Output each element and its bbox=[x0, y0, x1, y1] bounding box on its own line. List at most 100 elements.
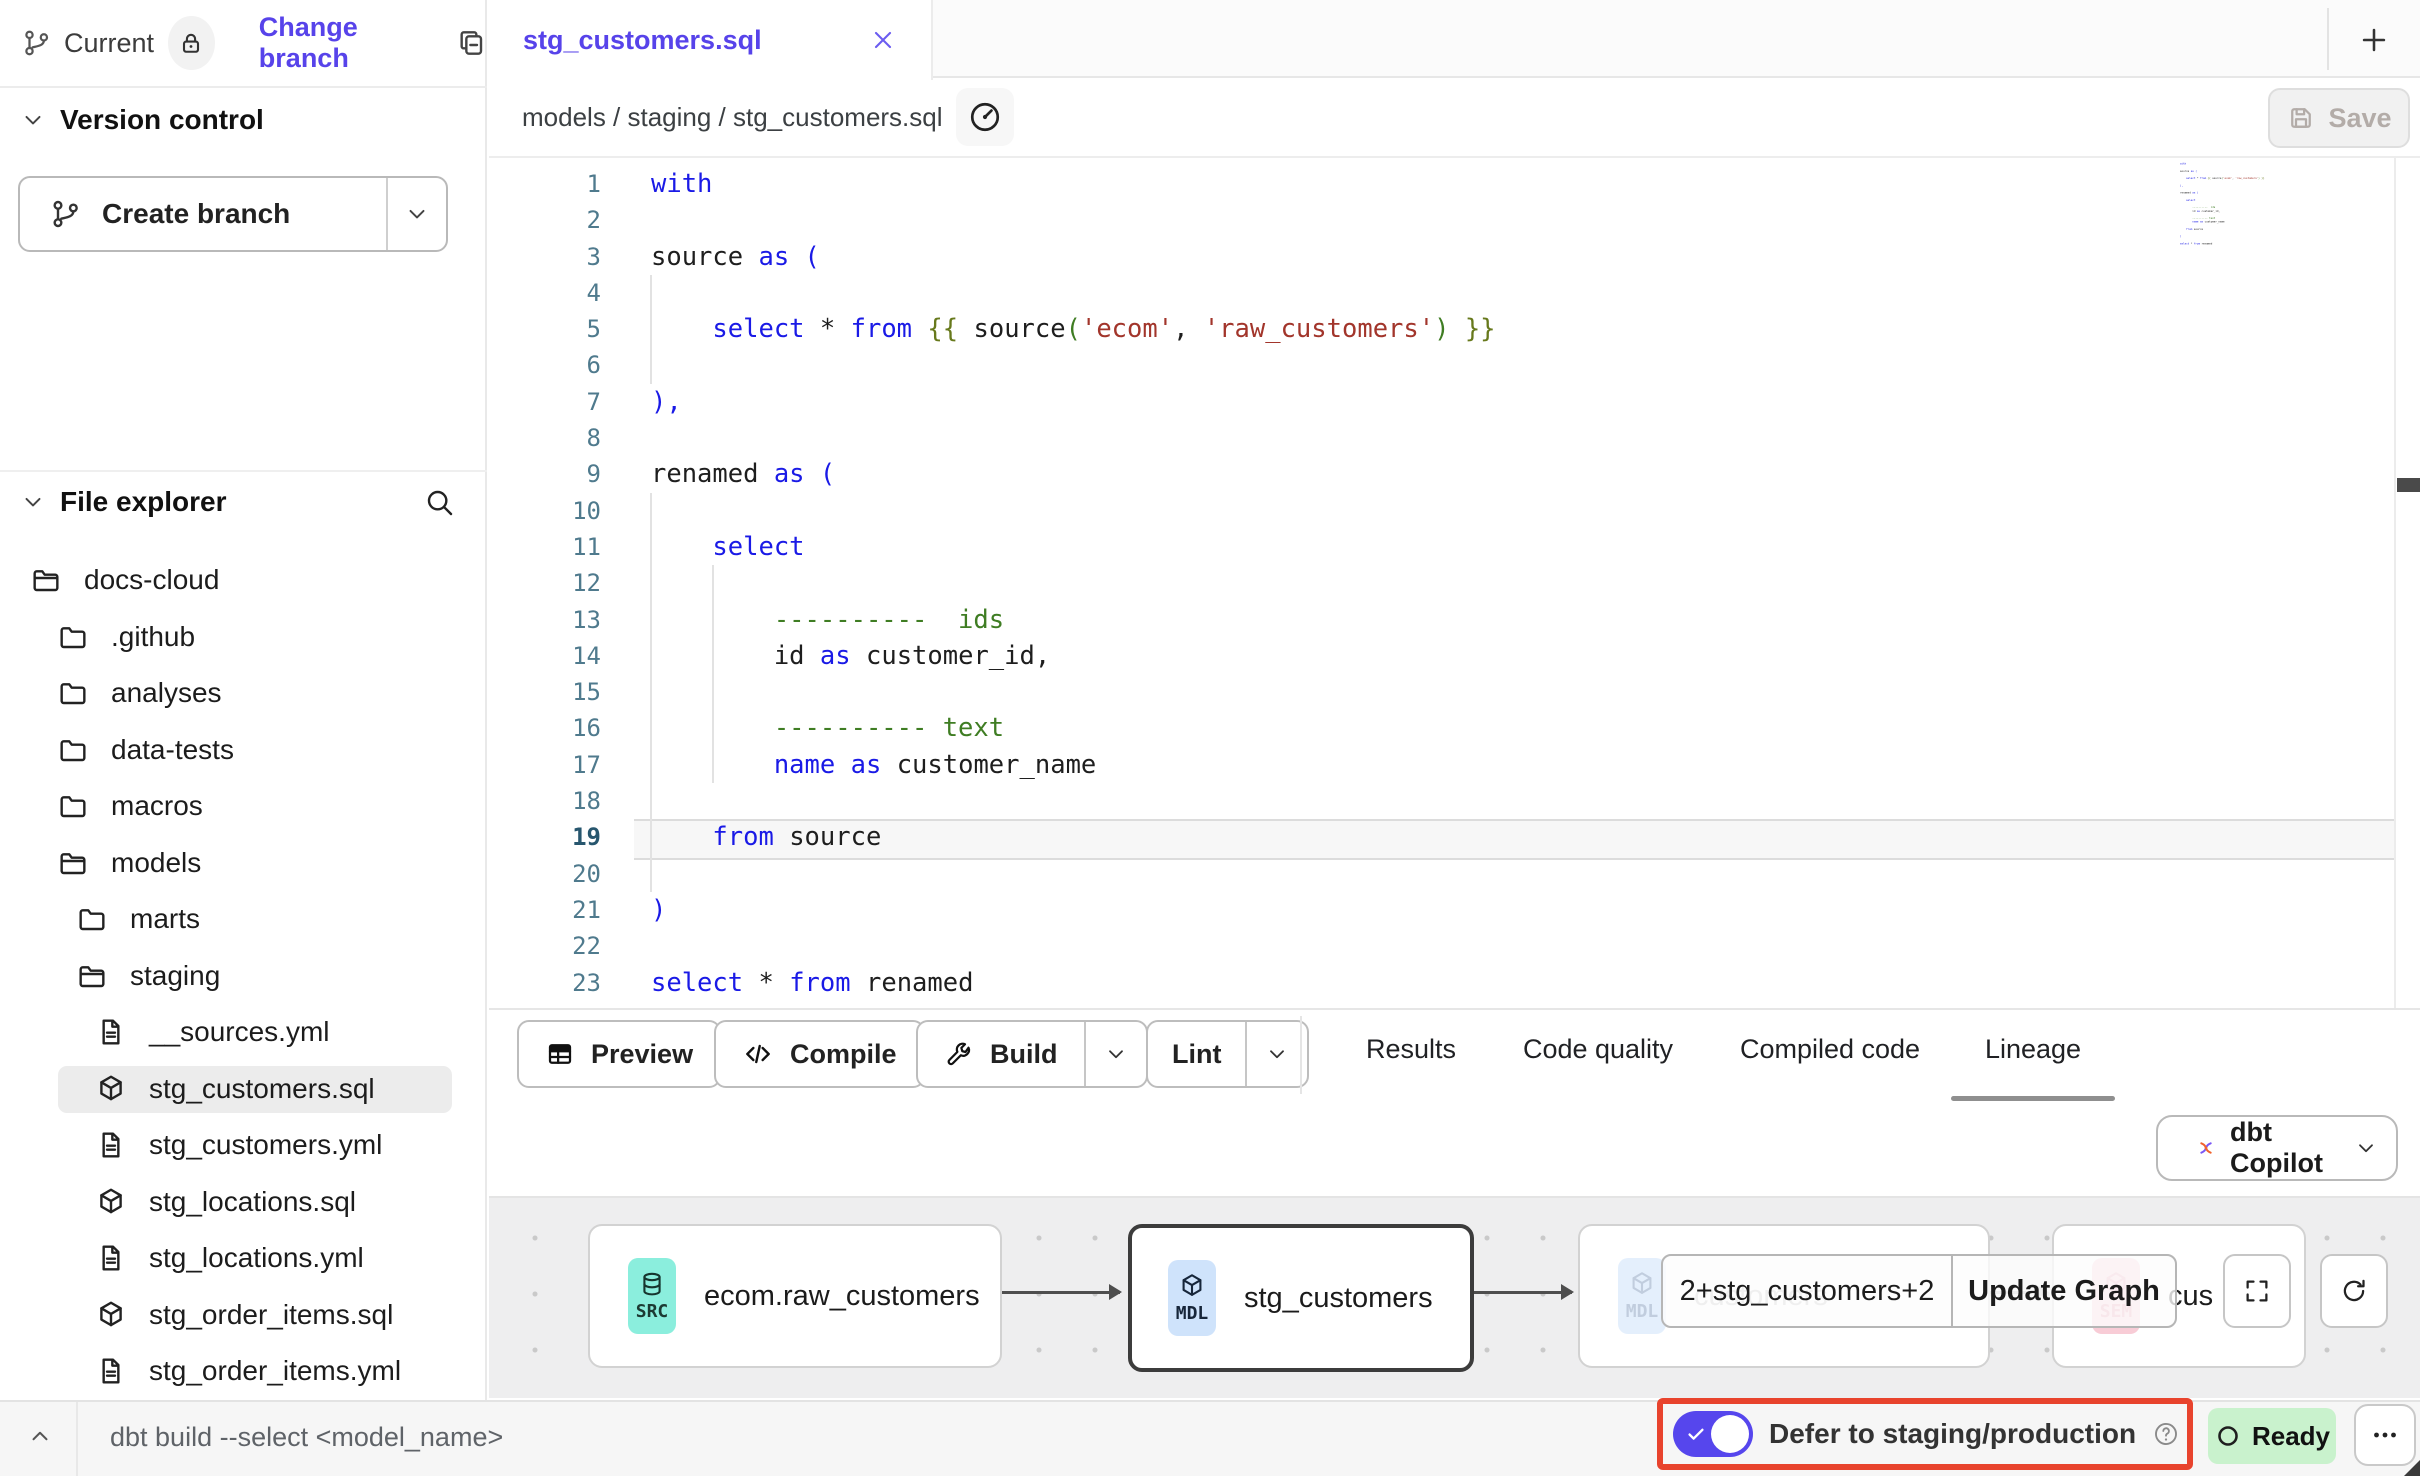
toolbar-divider bbox=[1300, 1016, 1302, 1094]
code-line bbox=[651, 202, 1496, 238]
line-number: 2 bbox=[489, 202, 601, 238]
code-line bbox=[651, 275, 1496, 311]
file-tree-item[interactable]: .github bbox=[0, 609, 485, 666]
add-tab-button[interactable] bbox=[2348, 22, 2400, 58]
code-line bbox=[651, 1001, 1496, 1008]
preview-button[interactable]: Preview bbox=[517, 1020, 721, 1088]
save-button[interactable]: Save bbox=[2268, 88, 2410, 148]
file-tree-item[interactable]: data-tests bbox=[0, 722, 485, 779]
line-number: 9 bbox=[489, 456, 601, 492]
more-options-button[interactable] bbox=[2354, 1404, 2416, 1466]
code-line: with bbox=[651, 166, 1496, 202]
folder-open-icon bbox=[76, 960, 108, 992]
build-label: Build bbox=[990, 1039, 1058, 1070]
update-graph-button[interactable]: Update Graph bbox=[1951, 1256, 2175, 1326]
file-tree-item[interactable]: __sources.yml bbox=[0, 1004, 485, 1061]
file-explorer-header[interactable]: File explorer bbox=[20, 486, 467, 518]
file-tree: docs-cloud .github analyses data-testsmacro… bbox=[0, 552, 485, 1400]
code-line: select bbox=[651, 529, 1496, 565]
dbt-copilot-button[interactable]: dbt Copilot bbox=[2156, 1115, 2398, 1181]
file-name: marts bbox=[130, 903, 200, 935]
model-cube-icon bbox=[95, 1073, 127, 1105]
lint-label: Lint bbox=[1172, 1039, 1221, 1070]
scrollbar-track[interactable] bbox=[2394, 158, 2396, 1008]
file-tree-item[interactable]: stg_order_items.yml bbox=[0, 1343, 485, 1400]
copy-icon[interactable] bbox=[455, 27, 487, 59]
lineage-node-stg-customers[interactable]: MDL stg_customers bbox=[1128, 1224, 1474, 1372]
create-branch-dropdown[interactable] bbox=[386, 178, 446, 250]
file-name: analyses bbox=[111, 677, 222, 709]
tab-lineage[interactable]: Lineage bbox=[1985, 1034, 2081, 1065]
version-control-header[interactable]: Version control bbox=[20, 104, 264, 136]
minimap[interactable]: withsource as ( select * from {{ source(… bbox=[2180, 162, 2392, 322]
collapse-command-bar-button[interactable] bbox=[18, 1414, 62, 1458]
branch-bar: Current Change branch bbox=[0, 0, 487, 88]
lint-dropdown[interactable] bbox=[1245, 1022, 1307, 1086]
save-label: Save bbox=[2328, 103, 2391, 134]
chevron-down-icon bbox=[404, 201, 430, 227]
model-cube-icon bbox=[95, 1299, 127, 1331]
model-cube-icon bbox=[95, 1186, 127, 1218]
file-tree-item[interactable]: stg_locations.sql bbox=[0, 1174, 485, 1231]
code-line bbox=[651, 347, 1496, 383]
file-name: .github bbox=[111, 621, 195, 653]
file-tree-item[interactable]: stg_customers.sql bbox=[0, 1061, 485, 1118]
close-icon[interactable] bbox=[869, 26, 897, 54]
file-tree-item[interactable]: staging bbox=[0, 948, 485, 1005]
code-line: ) bbox=[651, 892, 1496, 928]
tab-results[interactable]: Results bbox=[1366, 1034, 1456, 1065]
file-name: staging bbox=[130, 960, 220, 992]
build-dropdown[interactable] bbox=[1084, 1022, 1146, 1086]
lint-button[interactable]: Lint bbox=[1146, 1020, 1309, 1088]
line-number: 8 bbox=[489, 420, 601, 456]
file-tree-item[interactable]: analyses bbox=[0, 665, 485, 722]
lineage-selector-input[interactable]: 2+stg_customers+2 bbox=[1663, 1256, 1951, 1326]
file-name: stg_locations.sql bbox=[149, 1186, 356, 1218]
create-branch-button[interactable]: Create branch bbox=[18, 176, 448, 252]
file-tree-item[interactable]: macros bbox=[0, 778, 485, 835]
folder-icon bbox=[57, 677, 89, 709]
change-branch-link[interactable]: Change branch bbox=[259, 12, 429, 74]
fullscreen-button[interactable] bbox=[2223, 1254, 2291, 1328]
refresh-graph-button[interactable] bbox=[2320, 1254, 2388, 1328]
compile-button[interactable]: Compile bbox=[714, 1020, 925, 1088]
file-name: stg_order_items.yml bbox=[149, 1355, 401, 1387]
lineage-node-source[interactable]: SRC ecom.raw_customers bbox=[588, 1224, 1002, 1368]
file-tree-item[interactable]: marts bbox=[0, 891, 485, 948]
tab-code-quality[interactable]: Code quality bbox=[1523, 1034, 1673, 1065]
defer-toggle[interactable] bbox=[1673, 1411, 1753, 1457]
code-line: select * from {{ source('ecom', 'raw_cus… bbox=[651, 311, 1496, 347]
ready-label: Ready bbox=[2252, 1421, 2330, 1452]
file-tree-item[interactable]: stg_locations.yml bbox=[0, 1230, 485, 1287]
code-line bbox=[651, 493, 1496, 529]
file-name: stg_customers.yml bbox=[149, 1129, 382, 1161]
file-tree-item[interactable]: stg_customers.yml bbox=[0, 1117, 485, 1174]
command-input[interactable]: dbt build --select <model_name> bbox=[110, 1422, 503, 1453]
file-tree-item[interactable]: docs-cloud bbox=[0, 552, 485, 609]
line-number: 5 bbox=[489, 311, 601, 347]
file-tree-item[interactable]: models bbox=[0, 835, 485, 892]
folder-icon bbox=[57, 790, 89, 822]
tab-stg-customers-sql[interactable]: stg_customers.sql bbox=[489, 0, 933, 80]
build-button[interactable]: Build bbox=[916, 1020, 1148, 1088]
git-branch-icon bbox=[22, 28, 52, 58]
file-icon bbox=[95, 1016, 127, 1048]
copilot-gauge-button[interactable] bbox=[956, 88, 1014, 146]
help-icon[interactable] bbox=[2152, 1420, 2180, 1448]
check-icon bbox=[1685, 1423, 1707, 1445]
plus-icon bbox=[2357, 23, 2391, 57]
version-control-title: Version control bbox=[60, 104, 264, 136]
dbt-copilot-label: dbt Copilot bbox=[2230, 1117, 2340, 1179]
tab-compiled-code[interactable]: Compiled code bbox=[1740, 1034, 1920, 1065]
scrollbar-thumb[interactable] bbox=[2397, 478, 2420, 492]
line-number: 18 bbox=[489, 783, 601, 819]
file-tree-item[interactable]: stg_order_items.sql bbox=[0, 1287, 485, 1344]
lineage-edge bbox=[998, 1291, 1120, 1294]
line-number: 11 bbox=[489, 529, 601, 565]
tab-label: stg_customers.sql bbox=[523, 25, 762, 56]
toggle-knob bbox=[1711, 1415, 1749, 1453]
editor-toolbar-divider bbox=[489, 1008, 2420, 1010]
code-editor[interactable]: 123456789101112131415161718192021222324 … bbox=[489, 158, 2420, 1008]
code-line: renamed as ( bbox=[651, 456, 1496, 492]
search-icon[interactable] bbox=[423, 486, 455, 518]
